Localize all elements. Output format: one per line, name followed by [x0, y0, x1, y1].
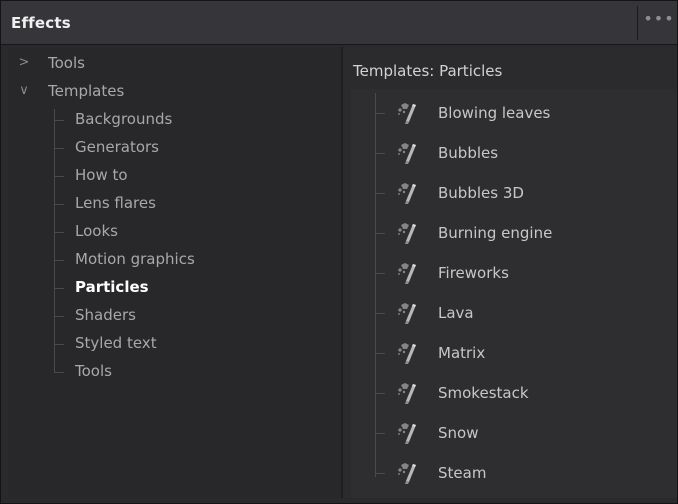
effects-tree: > Tools ∨ Templates Backgrounds Generato… — [8, 47, 341, 498]
template-item-steam[interactable]: Steam — [351, 453, 677, 493]
tree-item-shaders[interactable]: Shaders — [8, 304, 341, 328]
template-item-burning-engine[interactable]: Burning engine — [351, 213, 677, 253]
panel-titlebar: Effects ••• — [1, 1, 677, 45]
template-item-lava[interactable]: Lava — [351, 293, 677, 333]
list-branch-line — [375, 433, 385, 434]
fx-wand-icon — [398, 463, 416, 484]
template-item-smokestack[interactable]: Smokestack — [351, 373, 677, 413]
tree-item-particles[interactable]: Particles — [8, 276, 341, 300]
tree-item-label: Tools — [48, 54, 85, 72]
fx-wand-icon — [398, 183, 416, 204]
tree-item-looks[interactable]: Looks — [8, 220, 341, 244]
tree-item-label: Generators — [75, 138, 159, 156]
tree-item-tools[interactable]: > Tools — [8, 52, 341, 76]
list-branch-line — [375, 353, 385, 354]
tree-branch-line — [54, 344, 64, 345]
template-item-label: Blowing leaves — [438, 104, 551, 122]
template-list: Blowing leaves Bubbles Bubbles 3D Burnin… — [351, 89, 677, 498]
tree-item-label: Particles — [75, 278, 149, 296]
template-item-label: Burning engine — [438, 224, 553, 242]
list-branch-line — [375, 273, 385, 274]
chevron-down-icon[interactable]: ∨ — [17, 83, 31, 99]
list-branch-line — [375, 313, 385, 314]
tree-item-templates[interactable]: ∨ Templates — [8, 80, 341, 104]
fx-wand-icon — [398, 303, 416, 324]
effects-panel: Effects ••• > Tools ∨ Templates Backgrou… — [0, 0, 678, 504]
tree-item-motion-graphics[interactable]: Motion graphics — [8, 248, 341, 272]
list-branch-line — [375, 393, 385, 394]
template-list-pane: Templates: Particles Blowing leaves Bubb… — [343, 47, 677, 498]
template-item-label: Matrix — [438, 344, 486, 362]
template-item-fireworks[interactable]: Fireworks — [351, 253, 677, 293]
tree-branch-line — [54, 316, 64, 317]
fx-wand-icon — [398, 423, 416, 444]
fx-wand-icon — [398, 223, 416, 244]
template-item-snow[interactable]: Snow — [351, 413, 677, 453]
tree-item-label: Templates — [48, 82, 125, 100]
tree-item-lens-flares[interactable]: Lens flares — [8, 192, 341, 216]
tree-item-label: Looks — [75, 222, 118, 240]
fx-wand-icon — [398, 383, 416, 404]
template-item-bubbles[interactable]: Bubbles — [351, 133, 677, 173]
tree-item-generators[interactable]: Generators — [8, 136, 341, 160]
list-branch-line — [375, 153, 385, 154]
template-item-label: Smokestack — [438, 384, 529, 402]
fx-wand-icon — [398, 143, 416, 164]
tree-item-label: Motion graphics — [75, 250, 195, 268]
fx-wand-icon — [398, 103, 416, 124]
list-branch-line — [375, 233, 385, 234]
tree-item-styled-text[interactable]: Styled text — [8, 332, 341, 356]
fx-wand-icon — [398, 343, 416, 364]
tree-branch-line — [54, 232, 64, 233]
tree-branch-line — [54, 176, 64, 177]
tree-branch-line — [54, 260, 64, 261]
category-header: Templates: Particles — [353, 62, 503, 80]
tree-item-backgrounds[interactable]: Backgrounds — [8, 108, 341, 132]
template-item-blowing-leaves[interactable]: Blowing leaves — [351, 93, 677, 133]
template-item-label: Fireworks — [438, 264, 509, 282]
fx-wand-icon — [398, 263, 416, 284]
tree-item-label: Shaders — [75, 306, 136, 324]
list-branch-line — [375, 193, 385, 194]
tree-item-label: Styled text — [75, 334, 157, 352]
template-item-label: Snow — [438, 424, 479, 442]
template-item-label: Bubbles — [438, 144, 499, 162]
list-branch-line — [375, 113, 385, 114]
template-item-label: Bubbles 3D — [438, 184, 524, 202]
tree-item-label: Backgrounds — [75, 110, 173, 128]
more-options-button[interactable]: ••• — [642, 11, 676, 34]
panel-title: Effects — [11, 14, 71, 32]
template-item-label: Steam — [438, 464, 487, 482]
tree-branch-line — [54, 120, 64, 121]
tree-branch-line — [54, 148, 64, 149]
template-item-label: Lava — [438, 304, 474, 322]
tree-branch-line — [54, 288, 64, 289]
template-item-matrix[interactable]: Matrix — [351, 333, 677, 373]
tree-branch-line — [54, 204, 64, 205]
tree-item-label: How to — [75, 166, 128, 184]
tree-branch-line — [54, 372, 64, 373]
tree-item-label: Lens flares — [75, 194, 156, 212]
list-branch-line — [375, 473, 385, 474]
tree-item-tools[interactable]: Tools — [8, 360, 341, 384]
template-item-bubbles-3d[interactable]: Bubbles 3D — [351, 173, 677, 213]
tree-item-label: Tools — [75, 362, 112, 380]
chevron-right-icon[interactable]: > — [17, 55, 31, 71]
tree-item-how-to[interactable]: How to — [8, 164, 341, 188]
titlebar-divider — [637, 6, 638, 40]
